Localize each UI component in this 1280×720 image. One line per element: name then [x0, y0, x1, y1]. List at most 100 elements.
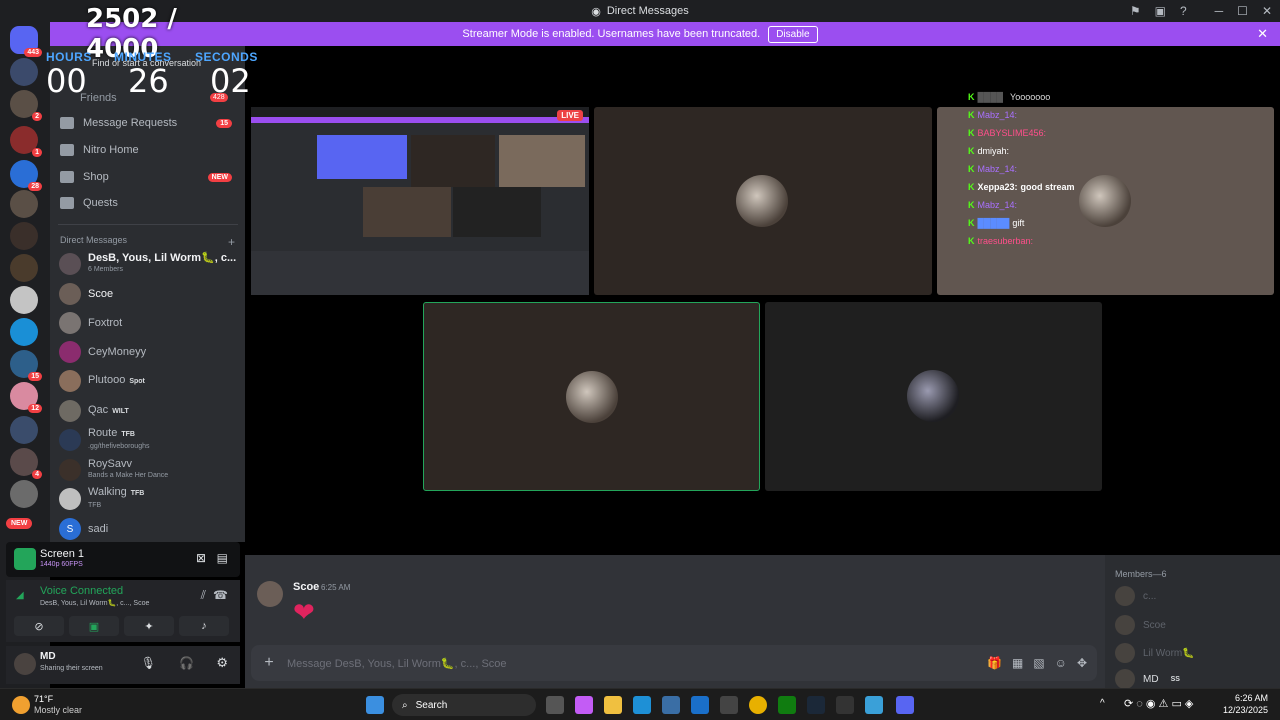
signal-icon[interactable]: ◢	[16, 590, 24, 601]
new-servers-badge[interactable]: NEW	[6, 518, 33, 529]
message-author[interactable]: Scoe	[293, 581, 319, 593]
server-icon[interactable]	[10, 254, 38, 282]
copilot-icon[interactable]	[575, 696, 593, 714]
dm-item[interactable]: DesB, Yous, Lil Worm🐛, c... 6 Members	[59, 251, 239, 277]
avatar[interactable]	[14, 653, 36, 675]
chat-line: K BABYSLIME456:	[968, 128, 1047, 138]
dm-item[interactable]: Foxtrot	[59, 310, 239, 336]
stream-settings-icon[interactable]: ▤	[217, 551, 228, 565]
screen-share-icon[interactable]: ▣	[1155, 4, 1166, 18]
server-icon[interactable]	[10, 190, 38, 218]
avatar	[59, 312, 81, 334]
message-input[interactable]: Message DesB, Yous, Lil Worm🐛, c..., Sco…	[287, 657, 507, 670]
server-icon[interactable]: 15	[10, 350, 42, 381]
headphones-icon[interactable]: 🎧	[179, 656, 194, 670]
member-item[interactable]: MD SS	[1115, 668, 1275, 690]
maximize-button[interactable]: ☐	[1237, 4, 1248, 18]
weather-temp[interactable]: 71°F	[34, 694, 53, 704]
member-item[interactable]: c...	[1115, 585, 1275, 607]
start-icon[interactable]	[366, 696, 384, 714]
clock-time[interactable]: 6:26 AM	[1235, 693, 1268, 703]
server-icon[interactable]: 4	[10, 448, 42, 479]
app-icon[interactable]	[836, 696, 854, 714]
server-icon[interactable]	[10, 480, 38, 508]
attach-icon[interactable]: +	[251, 654, 287, 672]
stream-tile[interactable]: LIVE	[251, 107, 589, 295]
dm-item[interactable]: Plutooo Spot	[59, 368, 239, 394]
search-label: Search	[415, 699, 448, 711]
server-icon[interactable]: 28	[10, 160, 42, 191]
camera-button[interactable]: ⊘	[14, 616, 64, 636]
member-item[interactable]: Scoe	[1115, 614, 1275, 636]
participant-tile[interactable]	[594, 107, 932, 295]
dm-item[interactable]: S sadi	[59, 516, 239, 542]
gift-icon[interactable]: 🎁	[987, 656, 1002, 670]
server-icon[interactable]: 2	[10, 90, 42, 121]
tray-overflow-icon[interactable]: ^	[1100, 698, 1105, 709]
voice-channel[interactable]: DesB, Yous, Lil Worm🐛, c..., Scoe	[40, 599, 149, 607]
dm-item[interactable]: RoySavv Bands a Make Her Dance	[59, 457, 239, 483]
dm-item[interactable]: CeyMoneyy	[59, 339, 239, 365]
chat-line: K █████ gift	[968, 218, 1025, 228]
disconnect-icon[interactable]: ☎	[213, 588, 228, 602]
notepad-icon[interactable]	[865, 696, 883, 714]
nav-friends[interactable]: Friends	[80, 92, 117, 104]
steam-icon[interactable]	[807, 696, 825, 714]
gear-icon[interactable]: ⚙	[216, 655, 228, 671]
dm-item[interactable]: Walking TFB TFB	[59, 486, 239, 512]
apps-icon[interactable]: ✥	[1077, 656, 1087, 670]
minimize-button[interactable]: ─	[1215, 4, 1224, 18]
weather-icon[interactable]	[12, 696, 30, 714]
server-icon[interactable]	[10, 286, 38, 314]
server-icon[interactable]	[10, 58, 38, 86]
edge-icon[interactable]	[633, 696, 651, 714]
task-view-icon[interactable]	[546, 696, 564, 714]
close-window-button[interactable]: ✕	[1262, 4, 1272, 18]
member-item[interactable]: Lil Worm🐛	[1115, 642, 1275, 664]
server-icon[interactable]	[10, 222, 38, 250]
emoji-icon[interactable]: ☺	[1055, 656, 1067, 670]
clock-date[interactable]: 12/23/2025	[1223, 705, 1268, 715]
nav-nitro-home[interactable]: Nitro Home	[60, 139, 238, 161]
participant-tile[interactable]	[765, 302, 1102, 491]
nav-quests[interactable]: Quests	[60, 192, 238, 214]
tray-icons[interactable]: ⟳ ◌ ◉ ⚠ ▭ ◈	[1124, 697, 1193, 710]
sticker-icon[interactable]: ▧	[1033, 656, 1044, 670]
xbox-icon[interactable]	[778, 696, 796, 714]
app-icon[interactable]	[720, 696, 738, 714]
discord-taskbar-icon[interactable]	[896, 696, 914, 714]
avatar[interactable]	[257, 581, 283, 607]
participant-tile-speaking[interactable]	[423, 302, 760, 491]
outlook-icon[interactable]	[691, 696, 709, 714]
file-explorer-icon[interactable]	[604, 696, 622, 714]
nav-shop[interactable]: Shop NEW	[60, 166, 238, 188]
close-banner-icon[interactable]: ✕	[1257, 26, 1268, 42]
help-icon[interactable]: ?	[1180, 4, 1187, 18]
chat-user: █████	[977, 218, 1010, 228]
server-icon[interactable]	[10, 318, 38, 346]
stop-stream-icon[interactable]: ⊠	[196, 551, 206, 565]
search-input[interactable]: Find or start a conversation	[92, 58, 201, 68]
inbox-icon[interactable]: ⚑	[1130, 4, 1141, 18]
store-icon[interactable]	[662, 696, 680, 714]
server-icon[interactable]: 12	[10, 382, 42, 413]
soundboard-button[interactable]: ♪	[179, 616, 229, 636]
disable-button[interactable]: Disable	[768, 25, 818, 43]
dm-item[interactable]: Route TFB .gg/thefiveboroughs	[59, 427, 239, 453]
activities-button[interactable]: ✦	[124, 616, 174, 636]
stream-preview-chat	[251, 251, 589, 295]
add-dm-icon[interactable]: +	[228, 235, 235, 249]
nav-message-requests[interactable]: Message Requests 15	[60, 112, 238, 134]
noise-suppression-icon[interactable]: ⫽	[201, 588, 206, 603]
home-button[interactable]: 443	[10, 26, 42, 57]
gif-icon[interactable]: ▦	[1012, 656, 1023, 670]
server-icon[interactable]	[10, 416, 38, 444]
chrome-icon[interactable]	[749, 696, 767, 714]
nav-label: Quests	[83, 197, 118, 209]
dm-item[interactable]: Scoe	[59, 281, 239, 307]
share-screen-button[interactable]: ▣	[69, 616, 119, 636]
microphone-icon[interactable]: 🎙	[141, 656, 156, 670]
dm-item[interactable]: Qac WILT	[59, 398, 239, 424]
server-icon[interactable]: 1	[10, 126, 42, 157]
taskbar-search[interactable]: ⌕ Search	[392, 694, 536, 716]
